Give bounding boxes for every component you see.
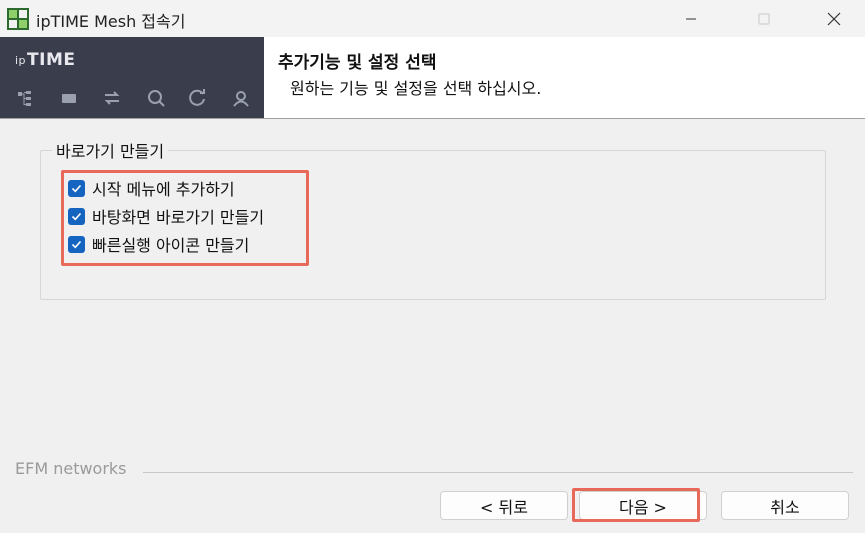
next-button[interactable]: 다음 > <box>579 491 707 520</box>
start-menu-option[interactable]: 시작 메뉴에 추가하기 <box>68 176 235 200</box>
checkmark-icon <box>71 184 82 192</box>
desktop-shortcut-label: 바탕화면 바로가기 만들기 <box>92 208 265 227</box>
desktop-shortcut-checkbox[interactable] <box>68 207 85 225</box>
quick-launch-option[interactable]: 빠른실행 아이콘 만들기 <box>68 232 249 256</box>
quick-launch-checkbox[interactable] <box>68 235 85 253</box>
router-icon <box>62 94 76 103</box>
footer-brand: EFM networks <box>15 459 127 478</box>
header-divider <box>0 118 865 119</box>
checkmark-icon <box>71 212 82 220</box>
brand-panel: ipTIME <box>0 37 264 118</box>
refresh-icon <box>189 89 205 106</box>
quick-launch-label: 빠른실행 아이콘 만들기 <box>92 236 250 255</box>
iptime-logo: ipTIME <box>15 50 76 70</box>
desktop-shortcut-option[interactable]: 바탕화면 바로가기 만들기 <box>68 204 264 228</box>
network-tree-icon <box>18 91 31 106</box>
maximize-button[interactable] <box>741 0 787 37</box>
footer-divider <box>143 472 853 473</box>
back-button[interactable]: < 뒤로 <box>440 491 568 520</box>
user-icon <box>233 91 249 107</box>
window-title: ipTIME Mesh 접속기 <box>36 12 186 31</box>
search-icon <box>148 90 165 107</box>
cancel-button[interactable]: 취소 <box>721 491 849 520</box>
groupbox-label: 바로가기 만들기 <box>52 138 169 162</box>
title-bar[interactable]: ipTIME Mesh 접속기 <box>0 0 865 37</box>
start-menu-checkbox[interactable] <box>68 179 85 197</box>
close-button[interactable] <box>811 0 857 37</box>
minimize-button[interactable] <box>668 0 714 37</box>
app-icon <box>7 8 29 30</box>
checkmark-icon <box>71 240 82 248</box>
minimize-icon <box>686 18 696 19</box>
close-icon <box>827 12 841 25</box>
page-subtitle: 원하는 기능 및 설정을 선택 하십시오. <box>290 79 542 98</box>
page-title: 추가기능 및 설정 선택 <box>278 53 437 73</box>
start-menu-label: 시작 메뉴에 추가하기 <box>92 180 235 199</box>
transfer-icon <box>104 91 120 105</box>
maximize-icon <box>758 13 770 24</box>
wizard-header: ipTIME 추가기능 및 설정 선택 원하는 기능 및 설정을 선택 하십시오… <box>0 37 865 118</box>
